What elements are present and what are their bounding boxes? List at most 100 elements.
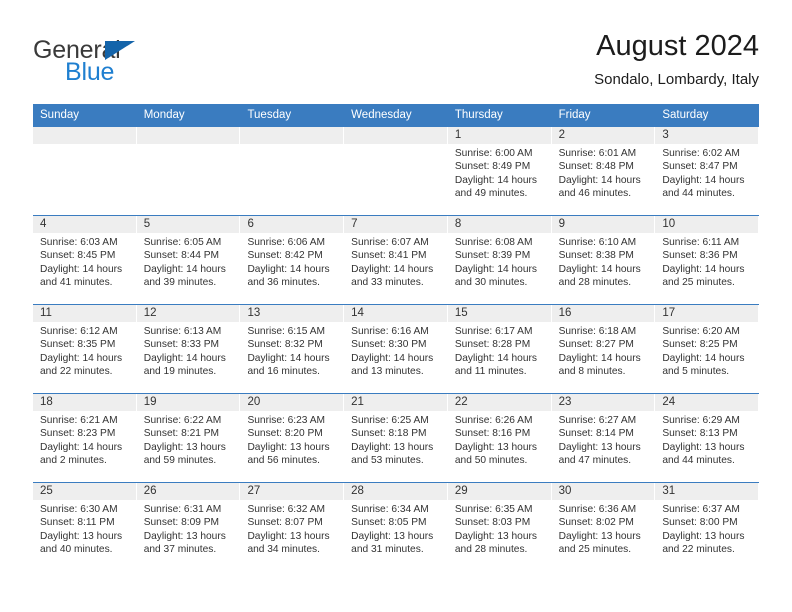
day-cell-empty: [344, 127, 448, 215]
daylight-text-line2: and 41 minutes.: [40, 276, 113, 288]
day-cell[interactable]: 19 Sunrise: 6:22 AM Sunset: 8:21 PM Dayligh…: [136, 394, 241, 482]
day-cell[interactable]: 7 Sunrise: 6:07 AM Sunset: 8:41 PM Daylight…: [344, 216, 448, 304]
title-block: August 2024 Sondalo, Lombardy, Italy: [594, 30, 759, 88]
day-cell[interactable]: 12 Sunrise: 6:13 AM Sunset: 8:33 PM Dayligh…: [136, 305, 241, 393]
day-cell[interactable]: 17 Sunrise: 6:20 AM Sunset: 8:25 PM Dayligh…: [655, 305, 760, 393]
daylight-text-line2: and 47 minutes.: [558, 454, 632, 466]
daylight-text-line1: Daylight: 14 hours: [143, 263, 226, 275]
daylight-text-line2: and 44 minutes.: [662, 454, 735, 466]
day-cell[interactable]: 27 Sunrise: 6:32 AM Sunset: 8:07 PM Dayligh…: [240, 483, 345, 572]
daylight-text-line1: Daylight: 13 hours: [143, 441, 226, 453]
day-number: 18: [33, 394, 136, 411]
day-cell[interactable]: 30 Sunrise: 6:36 AM Sunset: 8:02 PM Dayligh…: [551, 483, 656, 572]
sunset-text: Sunset: 8:05 PM: [351, 517, 427, 529]
daylight-text-line2: and 11 minutes.: [454, 365, 527, 377]
sunrise-text: Sunrise: 6:32 AM: [247, 504, 326, 515]
day-cell[interactable]: 1 Sunrise: 6:00 AM Sunset: 8:49 PM Daylight…: [447, 127, 552, 215]
sunset-text: Sunset: 8:07 PM: [247, 517, 323, 529]
daylight-text-line2: and 39 minutes.: [143, 276, 217, 288]
day-details: Sunrise: 6:27 AM Sunset: 8:14 PM Daylight:…: [552, 411, 655, 467]
daylight-text-line1: Daylight: 13 hours: [351, 530, 434, 542]
day-cell[interactable]: 10 Sunrise: 6:11 AM Sunset: 8:36 PM Dayligh…: [655, 216, 760, 304]
day-cell[interactable]: 8 Sunrise: 6:08 AM Sunset: 8:39 PM Daylight…: [447, 216, 552, 304]
daylight-text-line2: and 56 minutes.: [247, 454, 320, 466]
day-cell[interactable]: 23 Sunrise: 6:27 AM Sunset: 8:14 PM Dayligh…: [551, 394, 656, 482]
day-cell[interactable]: 9 Sunrise: 6:10 AM Sunset: 8:38 PM Daylight…: [551, 216, 656, 304]
day-number: [136, 127, 240, 144]
calendar-grid: Sunday Monday Tuesday Wednesday Thursday Frid…: [33, 104, 760, 572]
sunset-text: Sunset: 8:27 PM: [558, 339, 634, 351]
day-cell-empty: [136, 127, 241, 215]
day-cell[interactable]: 16 Sunrise: 6:18 AM Sunset: 8:27 PM Dayligh…: [551, 305, 656, 393]
day-cell[interactable]: 24 Sunrise: 6:29 AM Sunset: 8:13 PM Dayligh…: [655, 394, 760, 482]
day-cell[interactable]: 4 Sunrise: 6:03 AM Sunset: 8:45 PM Daylight…: [33, 216, 137, 304]
page-subtitle: Sondalo, Lombardy, Italy: [594, 71, 759, 89]
day-number: 26: [136, 483, 240, 500]
day-cell[interactable]: 26 Sunrise: 6:31 AM Sunset: 8:09 PM Dayligh…: [136, 483, 241, 572]
sunrise-text: Sunrise: 6:15 AM: [247, 326, 326, 337]
triangle-icon: [105, 41, 135, 60]
sunrise-text: Sunrise: 6:35 AM: [454, 504, 533, 515]
sunset-text: Sunset: 8:13 PM: [662, 428, 738, 440]
daylight-text-line1: Daylight: 13 hours: [454, 530, 537, 542]
daylight-text-line1: Daylight: 13 hours: [40, 530, 123, 542]
day-cell[interactable]: 3 Sunrise: 6:02 AM Sunset: 8:47 PM Daylight…: [655, 127, 760, 215]
day-cell[interactable]: 18 Sunrise: 6:21 AM Sunset: 8:23 PM Dayligh…: [33, 394, 137, 482]
day-number: 27: [240, 483, 344, 500]
daylight-text-line1: Daylight: 13 hours: [558, 530, 641, 542]
daylight-text-line2: and 31 minutes.: [351, 543, 424, 555]
day-cell[interactable]: 15 Sunrise: 6:17 AM Sunset: 8:28 PM Dayligh…: [447, 305, 552, 393]
day-cell[interactable]: 21 Sunrise: 6:25 AM Sunset: 8:18 PM Dayligh…: [344, 394, 448, 482]
sunrise-text: Sunrise: 6:18 AM: [558, 326, 637, 337]
day-cell[interactable]: 2 Sunrise: 6:01 AM Sunset: 8:48 PM Daylight…: [551, 127, 656, 215]
weekday-header-thursday: Thursday: [454, 109, 503, 121]
day-cell[interactable]: 6 Sunrise: 6:06 AM Sunset: 8:42 PM Daylight…: [240, 216, 345, 304]
daylight-text-line2: and 49 minutes.: [454, 187, 528, 199]
sunrise-text: Sunrise: 6:06 AM: [247, 237, 326, 248]
day-details: Sunrise: 6:10 AM Sunset: 8:38 PM Daylight:…: [552, 233, 655, 289]
sunrise-text: Sunrise: 6:25 AM: [351, 415, 429, 426]
daylight-text-line1: Daylight: 14 hours: [143, 352, 226, 364]
day-cell[interactable]: 22 Sunrise: 6:26 AM Sunset: 8:16 PM Dayligh…: [447, 394, 552, 482]
weekday-header-tuesday: Tuesday: [247, 109, 292, 121]
day-details: Sunrise: 6:20 AM Sunset: 8:25 PM Daylight:…: [655, 322, 758, 378]
day-details: Sunrise: 6:25 AM Sunset: 8:18 PM Daylight:…: [344, 411, 447, 467]
daylight-text-line2: and 37 minutes.: [143, 543, 217, 555]
general-blue-logo[interactable]: General Blue: [33, 38, 135, 85]
sunset-text: Sunset: 8:42 PM: [247, 250, 323, 262]
day-cell[interactable]: 31 Sunrise: 6:37 AM Sunset: 8:00 PM Dayligh…: [655, 483, 760, 572]
daylight-text-line1: Daylight: 14 hours: [351, 263, 434, 275]
daylight-text-line2: and 8 minutes.: [558, 365, 626, 377]
sunrise-text: Sunrise: 6:21 AM: [40, 415, 118, 426]
sunset-text: Sunset: 8:44 PM: [143, 250, 220, 262]
sunrise-text: Sunrise: 6:22 AM: [143, 415, 222, 426]
sunset-text: Sunset: 8:18 PM: [351, 428, 427, 440]
day-cell[interactable]: 29 Sunrise: 6:35 AM Sunset: 8:03 PM Dayligh…: [447, 483, 552, 572]
day-details: Sunrise: 6:23 AM Sunset: 8:20 PM Daylight:…: [240, 411, 343, 467]
day-cell[interactable]: 28 Sunrise: 6:34 AM Sunset: 8:05 PM Dayligh…: [344, 483, 448, 572]
daylight-text-line1: Daylight: 14 hours: [351, 352, 434, 364]
day-number: 7: [344, 216, 447, 233]
day-number: 16: [551, 305, 655, 322]
day-number: 29: [447, 483, 551, 500]
day-cell[interactable]: 5 Sunrise: 6:05 AM Sunset: 8:44 PM Daylight…: [136, 216, 241, 304]
sunrise-text: Sunrise: 6:16 AM: [351, 326, 429, 337]
day-details: Sunrise: 6:15 AM Sunset: 8:32 PM Daylight:…: [240, 322, 343, 378]
daylight-text-line2: and 30 minutes.: [454, 276, 528, 288]
daylight-text-line2: and 33 minutes.: [351, 276, 424, 288]
day-cell[interactable]: 11 Sunrise: 6:12 AM Sunset: 8:35 PM Dayligh…: [33, 305, 137, 393]
day-number: 17: [655, 305, 759, 322]
day-cell[interactable]: 25 Sunrise: 6:30 AM Sunset: 8:11 PM Dayligh…: [33, 483, 137, 572]
calendar-week-row: 18 Sunrise: 6:21 AM Sunset: 8:23 PM Dayligh…: [33, 393, 760, 482]
day-details: Sunrise: 6:01 AM Sunset: 8:48 PM Daylight:…: [552, 144, 655, 200]
daylight-text-line2: and 2 minutes.: [40, 454, 107, 466]
sunset-text: Sunset: 8:30 PM: [351, 339, 427, 351]
day-number: 21: [344, 394, 447, 411]
day-number: 10: [655, 216, 759, 233]
day-details: Sunrise: 6:36 AM Sunset: 8:02 PM Daylight:…: [552, 500, 655, 556]
day-cell[interactable]: 14 Sunrise: 6:16 AM Sunset: 8:30 PM Dayligh…: [344, 305, 448, 393]
day-cell[interactable]: 13 Sunrise: 6:15 AM Sunset: 8:32 PM Dayligh…: [240, 305, 345, 393]
day-cell[interactable]: 20 Sunrise: 6:23 AM Sunset: 8:20 PM Dayligh…: [240, 394, 345, 482]
sunrise-text: Sunrise: 6:26 AM: [454, 415, 533, 426]
daylight-text-line2: and 28 minutes.: [454, 543, 528, 555]
